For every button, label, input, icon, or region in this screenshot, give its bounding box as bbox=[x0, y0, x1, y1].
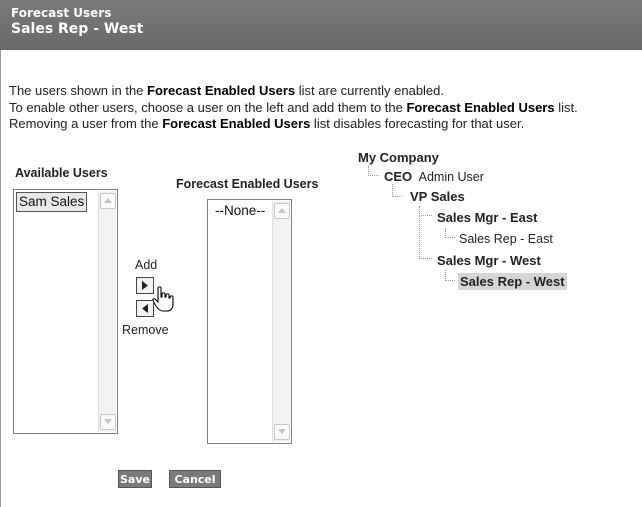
instructions: The users shown in the Forecast Enabled … bbox=[9, 83, 578, 133]
chevron-up-icon bbox=[104, 198, 112, 203]
tree-node-selected-label: Sales Rep - West bbox=[458, 273, 567, 290]
tree-connector bbox=[368, 166, 379, 176]
remove-label: Remove bbox=[122, 323, 169, 337]
scrollbar[interactable] bbox=[98, 191, 116, 432]
add-label: Add bbox=[135, 258, 158, 272]
cancel-button[interactable]: Cancel bbox=[169, 470, 221, 488]
page-header: Forecast Users Sales Rep - West bbox=[0, 0, 642, 50]
available-users-label: Available Users bbox=[15, 166, 108, 180]
tree-connector bbox=[392, 184, 402, 197]
tree-node-ceo-role: CEO bbox=[384, 169, 413, 184]
tree-connector bbox=[419, 215, 432, 259]
tree-node-sales-rep-west[interactable]: Sales Rep - West bbox=[458, 273, 567, 290]
tree-connector bbox=[445, 228, 455, 238]
header-title: Forecast Users bbox=[11, 6, 112, 20]
header-subtitle: Sales Rep - West bbox=[11, 21, 144, 37]
tree-node-ceo-user: Admin User bbox=[418, 170, 484, 184]
chevron-up-icon bbox=[278, 208, 286, 213]
arrow-right-icon bbox=[142, 281, 148, 290]
hand-cursor-icon bbox=[152, 286, 174, 312]
scroll-up-button[interactable] bbox=[100, 193, 116, 209]
remove-button[interactable] bbox=[136, 300, 154, 317]
scrollbar[interactable] bbox=[272, 201, 290, 442]
tree-connector bbox=[445, 270, 455, 281]
tree-node-sales-rep-east[interactable]: Sales Rep - East bbox=[459, 232, 553, 246]
tree-node-root[interactable]: My Company bbox=[358, 150, 439, 165]
tree-node-vp-sales[interactable]: VP Sales bbox=[410, 189, 465, 204]
scroll-up-button[interactable] bbox=[274, 203, 290, 219]
scroll-down-button[interactable] bbox=[100, 414, 116, 430]
instruction-line-3: Removing a user from the Forecast Enable… bbox=[9, 116, 525, 131]
list-item[interactable]: --None-- bbox=[213, 202, 267, 220]
instruction-line-2: To enable other users, choose a user on … bbox=[9, 99, 578, 115]
scroll-down-button[interactable] bbox=[274, 424, 290, 440]
arrow-left-icon bbox=[142, 304, 148, 313]
enabled-users-label: Forecast Enabled Users bbox=[176, 177, 319, 191]
available-users-list[interactable]: Sam Sales bbox=[13, 189, 118, 434]
chevron-down-icon bbox=[278, 429, 286, 434]
save-button[interactable]: Save bbox=[118, 470, 152, 488]
tree-node-sales-mgr-west[interactable]: Sales Mgr - West bbox=[437, 253, 541, 268]
forecast-enabled-users-list[interactable]: --None-- bbox=[207, 199, 292, 444]
chevron-down-icon bbox=[104, 419, 112, 424]
list-item[interactable]: Sam Sales bbox=[16, 192, 88, 212]
tree-node-sales-mgr-east[interactable]: Sales Mgr - East bbox=[437, 210, 537, 225]
instruction-line-1: The users shown in the Forecast Enabled … bbox=[9, 83, 445, 98]
